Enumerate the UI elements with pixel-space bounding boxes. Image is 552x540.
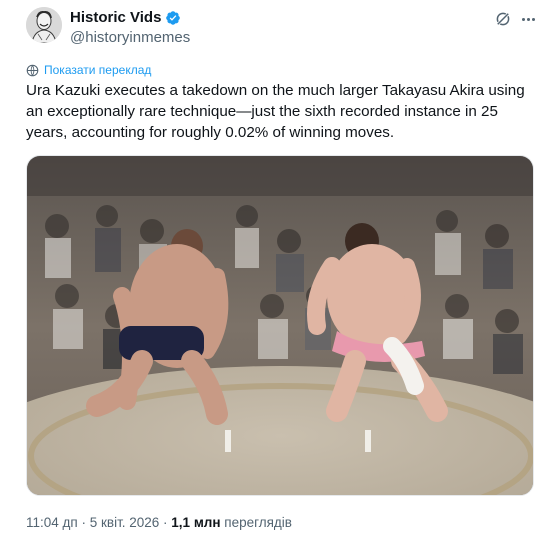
more-options-button[interactable]	[518, 9, 538, 29]
translate-label[interactable]: Показати переклад	[44, 63, 151, 77]
author-name-row[interactable]: Historic Vids	[70, 9, 181, 26]
tweet-meta: 11:04 дп · 5 квіт. 2026 · 1,1 млн перегл…	[26, 515, 292, 530]
bust-statue-avatar-icon	[26, 7, 62, 43]
author-handle[interactable]: @historyinmemes	[70, 29, 190, 46]
video-player[interactable]	[26, 155, 534, 496]
globe-icon	[26, 64, 39, 76]
more-dots-icon	[521, 17, 525, 21]
verified-badge-icon	[166, 10, 181, 25]
meta-separator-2: ·	[159, 515, 172, 530]
grok-icon[interactable]	[494, 10, 512, 28]
views-count: 1,1 млн	[171, 515, 221, 530]
tweet-time[interactable]: 11:04 дп	[26, 515, 78, 530]
show-translation-link[interactable]: Показати переклад	[26, 63, 151, 77]
display-name[interactable]: Historic Vids	[70, 9, 161, 26]
tweet-text: Ura Kazuki executes a takedown on the mu…	[26, 82, 525, 141]
avatar[interactable]	[26, 7, 62, 43]
tweet-date[interactable]: 5 квіт. 2026	[90, 515, 160, 530]
views-label: переглядів	[220, 515, 292, 530]
sumo-video-thumbnail	[27, 156, 533, 495]
tweet-card: Historic Vids @historyinmemes Показати п…	[0, 0, 552, 540]
meta-separator: ·	[77, 515, 90, 530]
